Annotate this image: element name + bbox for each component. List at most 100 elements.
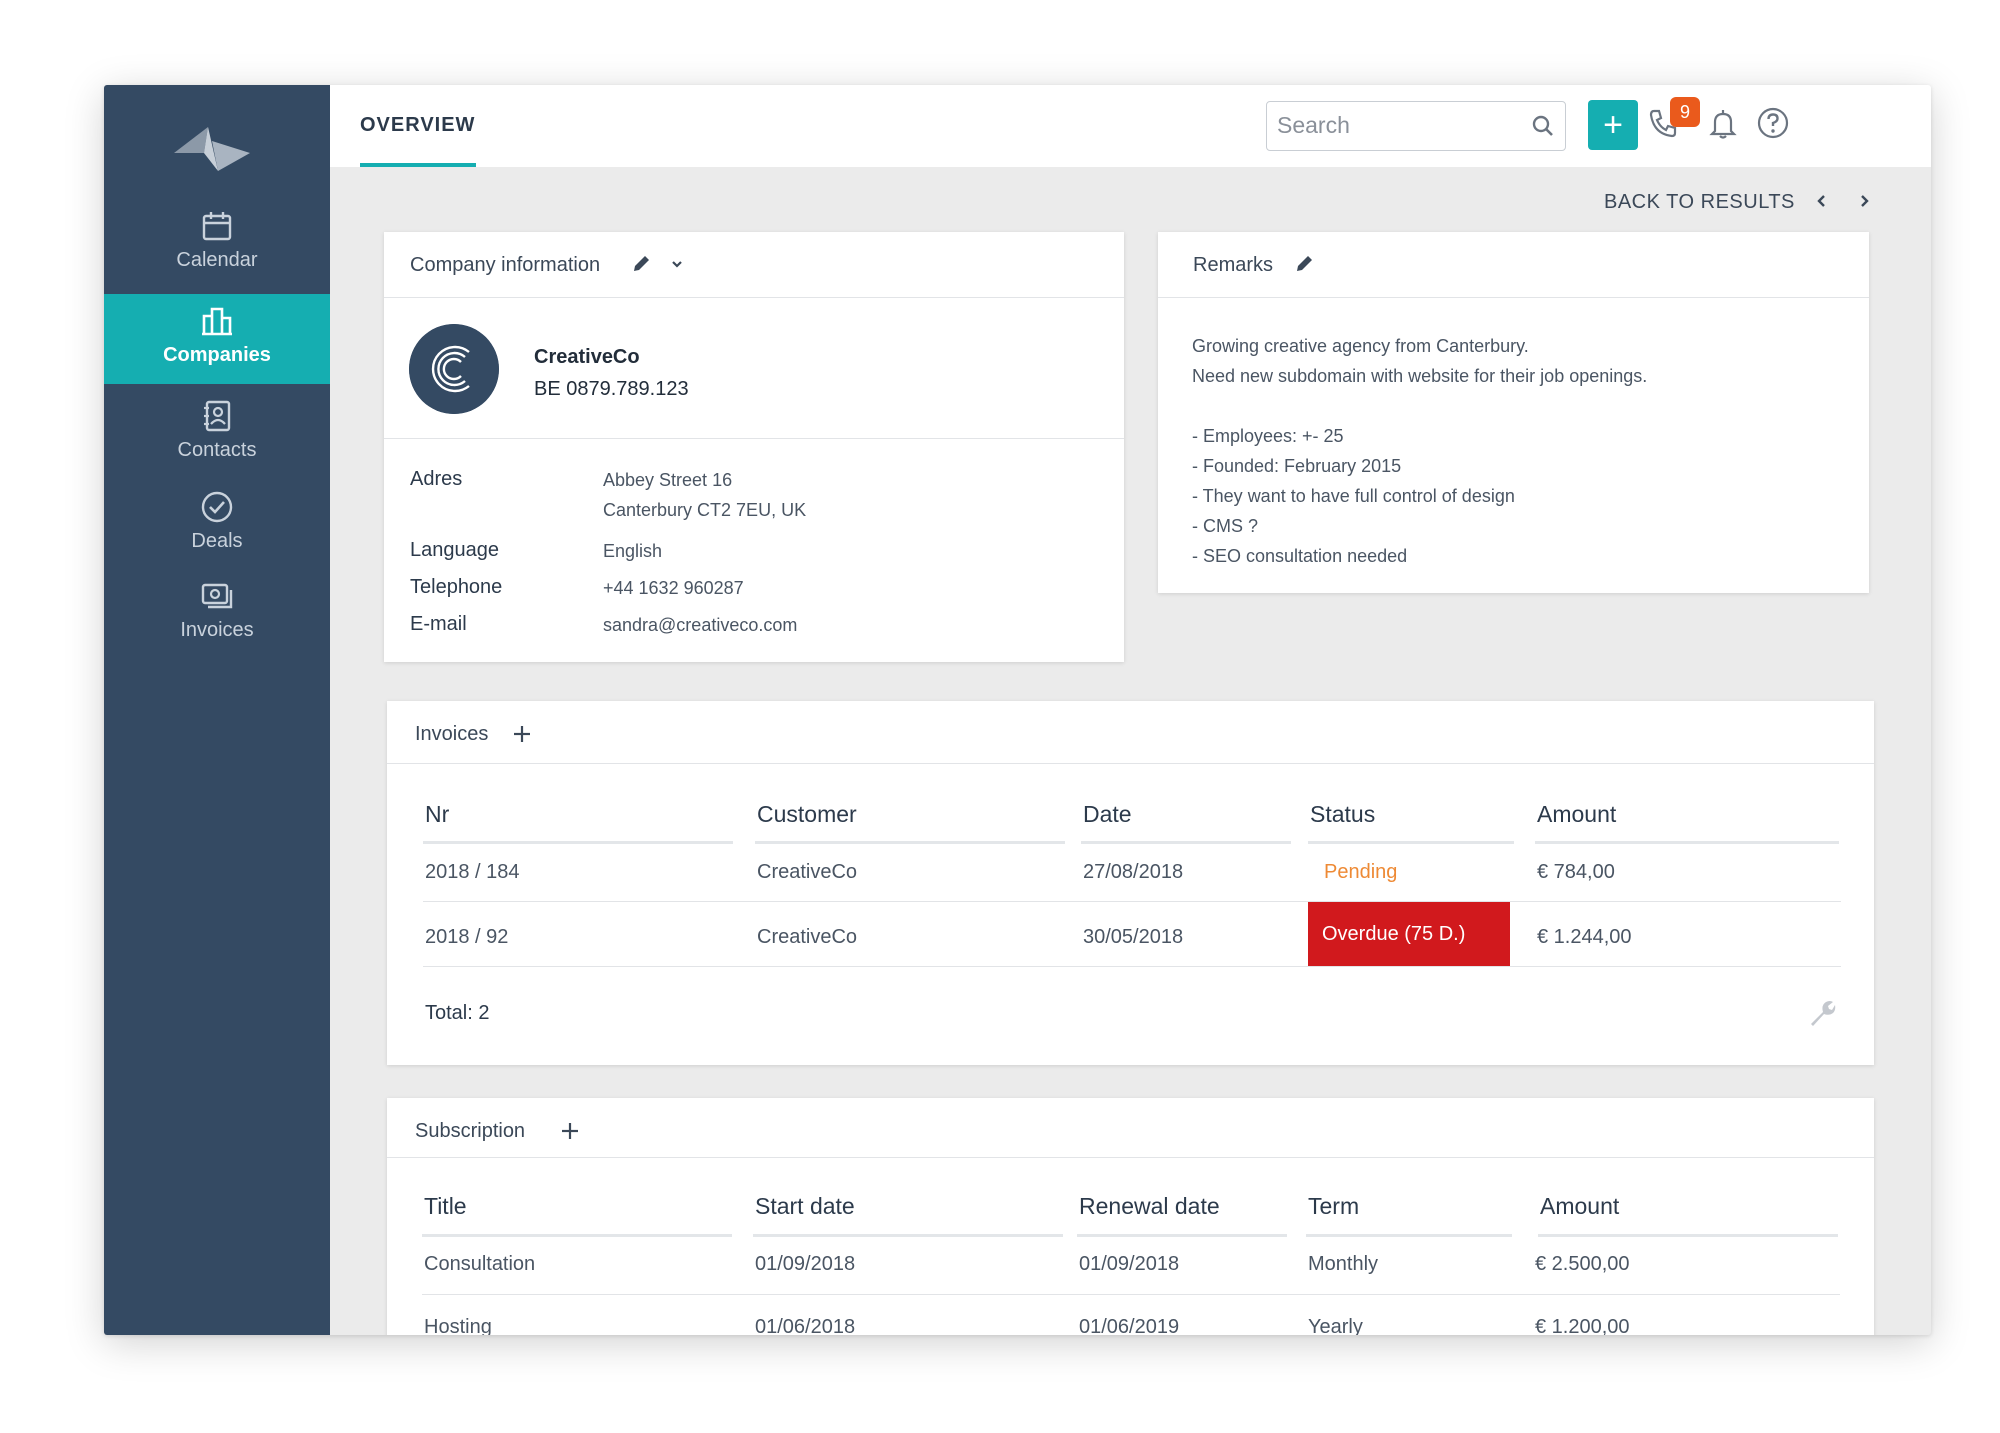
invoice-customer: CreativeCo	[757, 926, 858, 948]
header-underline	[423, 841, 733, 844]
telephone-value[interactable]: +44 1632 960287	[603, 578, 744, 599]
subscription-term: Monthly	[1308, 1253, 1379, 1275]
sidebar-item-contacts[interactable]: Contacts	[104, 399, 330, 473]
sidebar-item-calendar[interactable]: Calendar	[104, 209, 330, 283]
column-header[interactable]: Start date	[755, 1193, 855, 1220]
companies-icon	[202, 307, 232, 336]
app-logo[interactable]	[174, 123, 250, 175]
chevron-left-icon[interactable]	[1810, 189, 1834, 213]
back-to-results-link[interactable]: BACK TO RESULTS	[1604, 191, 1795, 214]
invoice-nr: 2018 / 92	[425, 926, 509, 948]
column-header[interactable]: Customer	[757, 801, 857, 828]
invoice-amount: € 784,00	[1537, 861, 1615, 883]
subscription-amount: € 1.200,00	[1535, 1316, 1630, 1335]
email-label: E-mail	[410, 613, 467, 635]
sidebar-item-label: Deals	[191, 530, 243, 552]
calls-badge: 9	[1670, 97, 1700, 127]
company-logo	[409, 324, 499, 414]
telephone-label: Telephone	[410, 576, 503, 598]
add-button[interactable]: +	[1588, 100, 1638, 150]
sidebar-item-companies[interactable]: Companies	[104, 294, 330, 384]
remark-line: - They want to have full control of desi…	[1192, 486, 1515, 506]
invoices-total: Total: 2	[425, 1002, 490, 1024]
invoice-status-overdue: Overdue (75 D.)	[1308, 902, 1510, 966]
subscription-start: 01/09/2018	[755, 1253, 856, 1275]
card-header: Invoices	[387, 701, 1874, 764]
column-header[interactable]: Amount	[1540, 1193, 1619, 1220]
contacts-icon	[204, 400, 231, 432]
column-header[interactable]: Renewal date	[1079, 1193, 1220, 1220]
email-value[interactable]: sandra@creativeco.com	[603, 615, 797, 636]
card-header: Subscription	[387, 1098, 1874, 1158]
subscription-title: Hosting	[424, 1316, 492, 1335]
column-header[interactable]: Status	[1310, 801, 1375, 828]
subscription-renewal: 01/09/2018	[1079, 1253, 1180, 1275]
column-header[interactable]: Term	[1308, 1193, 1359, 1220]
help-icon[interactable]	[1756, 106, 1790, 140]
divider	[384, 438, 1124, 439]
address-line2: Canterbury CT2 7EU, UK	[603, 500, 807, 520]
tab-overview[interactable]: OVERVIEW	[360, 85, 476, 167]
header-underline	[1538, 1234, 1838, 1237]
invoice-date: 30/05/2018	[1083, 926, 1184, 948]
bell-icon[interactable]	[1706, 106, 1740, 140]
subscription-title: Consultation	[424, 1253, 536, 1275]
invoice-status: Pending	[1324, 861, 1398, 883]
header-underline	[1535, 841, 1839, 844]
card-title: Invoices	[415, 723, 489, 745]
card-title: Company information	[410, 254, 601, 276]
card-header: Company information	[384, 232, 1124, 298]
subscription-term: Yearly	[1308, 1316, 1363, 1335]
search-input[interactable]	[1277, 102, 1517, 149]
wrench-icon[interactable]	[1805, 997, 1837, 1029]
invoice-nr: 2018 / 184	[425, 861, 520, 883]
sidebar: Calendar Companies Contacts Deals Invoic…	[104, 85, 330, 1335]
chevron-down-icon[interactable]	[666, 253, 688, 275]
header-underline	[753, 1234, 1063, 1237]
chevron-right-icon[interactable]	[1852, 189, 1876, 213]
subscription-amount: € 2.500,00	[1535, 1253, 1630, 1275]
tab-overview-label: OVERVIEW	[360, 114, 476, 136]
add-subscription-icon[interactable]	[559, 1120, 581, 1142]
edit-icon[interactable]	[1293, 253, 1315, 275]
remark-line: - CMS ?	[1192, 516, 1259, 536]
row-divider	[422, 1294, 1840, 1295]
card-title: Subscription	[415, 1120, 526, 1142]
sidebar-item-invoices[interactable]: Invoices	[104, 579, 330, 653]
sidebar-item-label: Invoices	[180, 619, 254, 641]
tab-active-indicator	[360, 163, 476, 167]
top-bar: OVERVIEW + 9	[330, 85, 1931, 167]
company-name: CreativeCo	[534, 346, 640, 368]
invoice-amount: € 1.244,00	[1537, 926, 1632, 948]
edit-icon[interactable]	[630, 253, 652, 275]
subscription-renewal: 01/06/2019	[1079, 1316, 1180, 1335]
search-icon[interactable]	[1531, 114, 1555, 138]
remark-line: - Founded: February 2015	[1192, 456, 1402, 476]
invoices-icon	[201, 583, 233, 609]
deals-icon	[201, 491, 233, 523]
column-header[interactable]: Nr	[425, 801, 449, 828]
invoice-customer: CreativeCo	[757, 861, 858, 883]
address-line1: Abbey Street 16	[603, 470, 733, 490]
column-header[interactable]: Date	[1083, 801, 1132, 828]
header-underline	[1306, 1234, 1512, 1237]
header-underline	[422, 1234, 732, 1237]
sidebar-item-label: Contacts	[177, 439, 257, 461]
card-title: Remarks	[1193, 254, 1274, 276]
invoice-date: 27/08/2018	[1083, 861, 1184, 883]
card-header: Remarks	[1158, 232, 1869, 298]
app-window: Calendar Companies Contacts Deals Invoic…	[104, 85, 1931, 1335]
language-value: English	[603, 541, 663, 561]
subscription-start: 01/06/2018	[755, 1316, 856, 1335]
header-underline	[1308, 841, 1514, 844]
column-header[interactable]: Title	[424, 1193, 467, 1220]
add-invoice-icon[interactable]	[511, 723, 533, 745]
subscription-card: Subscription Title Start date Renewal da…	[387, 1098, 1874, 1335]
column-header[interactable]: Amount	[1537, 801, 1616, 828]
row-divider	[423, 966, 1841, 967]
search-box	[1266, 101, 1566, 151]
remarks-card: Remarks Growing creative agency from Can…	[1158, 232, 1869, 593]
remark-line: - Employees: +- 25	[1192, 426, 1344, 446]
sidebar-item-deals[interactable]: Deals	[104, 490, 330, 564]
remark-line: Growing creative agency from Canterbury.	[1192, 336, 1529, 356]
